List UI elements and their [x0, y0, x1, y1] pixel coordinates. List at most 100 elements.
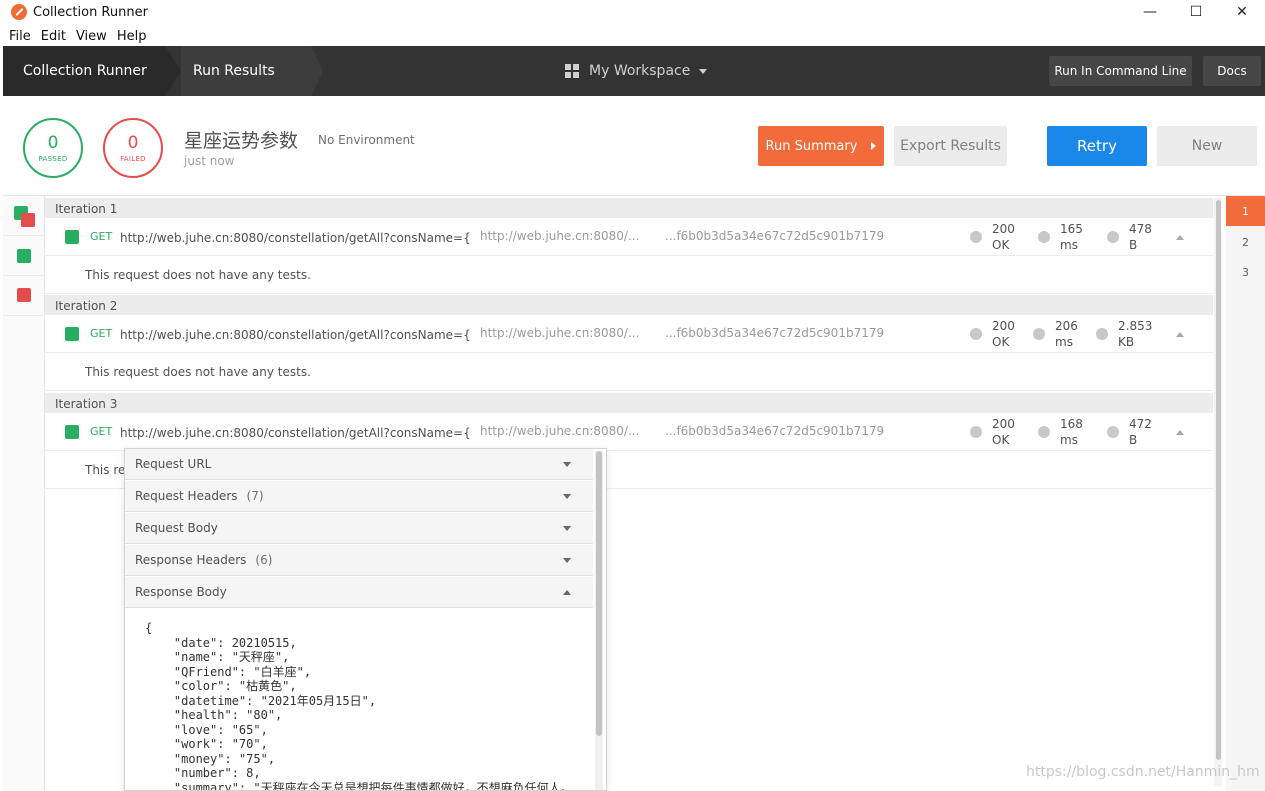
window-title: Collection Runner: [33, 4, 148, 20]
time-value: 165: [1060, 222, 1083, 236]
iteration-link-3[interactable]: 3: [1226, 257, 1265, 287]
menu-file[interactable]: File: [9, 29, 31, 44]
breadcrumb-collection-runner[interactable]: Collection Runner: [3, 46, 165, 96]
new-button[interactable]: New: [1157, 126, 1257, 166]
collapse-icon[interactable]: [1176, 332, 1184, 337]
response-body-label: Response Body: [135, 585, 227, 599]
results-scrollbar-thumb[interactable]: [1216, 200, 1221, 760]
time-dot-icon: [1038, 231, 1050, 243]
filter-all[interactable]: [3, 196, 45, 236]
breadcrumb-separator: [311, 46, 323, 96]
close-button[interactable]: ✕: [1219, 0, 1265, 24]
status-text: OK: [992, 335, 1010, 349]
export-results-button[interactable]: Export Results: [894, 126, 1007, 166]
chevron-down-icon: [699, 68, 708, 74]
header-bar: Collection Runner Run Results My Workspa…: [3, 46, 1265, 96]
failed-count: 0: [127, 132, 139, 153]
filter-passed[interactable]: [3, 236, 45, 276]
status-metric: 200 OK: [970, 318, 1015, 350]
status-text: OK: [992, 433, 1010, 447]
request-body-label: Request Body: [135, 521, 218, 535]
size-metric: 2.853 KB: [1096, 318, 1152, 350]
size-value: 472: [1129, 417, 1152, 431]
chevron-up-icon: [563, 590, 571, 595]
time-value: 168: [1060, 417, 1083, 431]
watermark-text: https://blog.csdn.net/Hanmin_hm: [1026, 764, 1260, 780]
menu-bar: File Edit View Help: [0, 26, 1265, 46]
workspace-grid-icon: [565, 64, 579, 78]
minimize-button[interactable]: —: [1127, 0, 1173, 24]
failed-label: FAILED: [120, 154, 146, 163]
response-body-content: { "date": 20210515, "name": "天秤座", "QFri…: [145, 621, 573, 791]
workspace-selector[interactable]: My Workspace: [565, 46, 708, 96]
collection-name: 星座运势参数: [184, 130, 299, 152]
time-metric: 206 ms: [1033, 318, 1078, 350]
request-body-section[interactable]: Request Body: [125, 513, 593, 544]
no-tests-message: This request does not have any tests.: [45, 256, 1213, 294]
run-summary-bar: 0 PASSED 0 FAILED 星座运势参数 No Environment …: [3, 96, 1265, 196]
status-text: OK: [992, 238, 1010, 252]
window-controls: — ☐ ✕: [1127, 0, 1265, 24]
request-url-section[interactable]: Request URL: [125, 449, 593, 480]
menu-help[interactable]: Help: [117, 29, 147, 44]
iteration-header: Iteration 1: [45, 198, 1213, 218]
chevron-down-icon: [563, 462, 571, 467]
request-key: ...f6b0b3d5a34e67c72d5c901b7179: [665, 229, 885, 243]
request-headers-section[interactable]: Request Headers (7): [125, 481, 593, 512]
time-dot-icon: [1038, 426, 1050, 438]
iteration-navigator: 1 2 3: [1226, 196, 1265, 791]
request-key: ...f6b0b3d5a34e67c72d5c901b7179: [665, 326, 885, 340]
response-body-section[interactable]: Response Body: [125, 577, 593, 608]
workspace-name: My Workspace: [589, 63, 691, 79]
request-row[interactable]: GET http://web.juhe.cn:8080/constellatio…: [45, 315, 1213, 353]
request-method: GET: [90, 230, 113, 243]
breadcrumb-run-results[interactable]: Run Results: [181, 46, 311, 96]
pass-status-icon: [65, 327, 79, 341]
time-unit: ms: [1060, 238, 1078, 252]
resolved-url: http://web.juhe.cn:8080/...: [480, 326, 640, 340]
menu-view[interactable]: View: [76, 29, 107, 44]
request-method: GET: [90, 425, 113, 438]
request-url: http://web.juhe.cn:8080/constellation/ge…: [120, 328, 472, 342]
collapse-icon[interactable]: [1176, 430, 1184, 435]
status-code: 200: [992, 222, 1015, 236]
size-metric: 478 B: [1107, 221, 1152, 253]
iteration-link-1[interactable]: 1: [1226, 196, 1265, 226]
status-metric: 200 OK: [970, 416, 1015, 448]
breadcrumb-separator: [165, 46, 181, 96]
size-dot-icon: [1107, 426, 1119, 438]
docs-button[interactable]: Docs: [1203, 56, 1261, 86]
request-details-panel: Request URL Request Headers (7) Request …: [124, 448, 607, 791]
menu-edit[interactable]: Edit: [41, 29, 66, 44]
panel-scrollbar-thumb[interactable]: [596, 451, 602, 736]
failed-square-icon: [21, 213, 35, 227]
passed-square-icon: [17, 249, 31, 263]
chevron-down-icon: [563, 494, 571, 499]
retry-button[interactable]: Retry: [1047, 126, 1147, 166]
request-row[interactable]: GET http://web.juhe.cn:8080/constellatio…: [45, 413, 1213, 451]
run-timestamp: just now: [184, 154, 235, 168]
status-metric: 200 OK: [970, 221, 1015, 253]
environment-name: No Environment: [318, 133, 415, 147]
run-summary-label: Run Summary: [765, 138, 858, 154]
request-row[interactable]: GET http://web.juhe.cn:8080/constellatio…: [45, 218, 1213, 256]
filter-failed[interactable]: [3, 276, 45, 316]
pass-status-icon: [65, 230, 79, 244]
panel-scrollbar[interactable]: [595, 451, 603, 790]
size-value: 2.853: [1118, 319, 1153, 333]
results-scrollbar[interactable]: [1214, 198, 1222, 786]
passed-counter: 0 PASSED: [23, 118, 83, 178]
time-metric: 168 ms: [1038, 416, 1083, 448]
no-tests-message: This request does not have any tests.: [45, 353, 1213, 391]
run-in-command-line-button[interactable]: Run In Command Line: [1049, 56, 1192, 86]
status-code: 200: [992, 319, 1015, 333]
status-code: 200: [992, 417, 1015, 431]
chevron-right-icon: [871, 142, 877, 150]
response-headers-section[interactable]: Response Headers (6): [125, 545, 593, 576]
run-summary-button[interactable]: Run Summary: [758, 126, 884, 166]
size-dot-icon: [1107, 231, 1119, 243]
maximize-button[interactable]: ☐: [1173, 0, 1219, 24]
collapse-icon[interactable]: [1176, 235, 1184, 240]
response-headers-count: (6): [255, 553, 273, 567]
iteration-link-2[interactable]: 2: [1226, 227, 1265, 257]
